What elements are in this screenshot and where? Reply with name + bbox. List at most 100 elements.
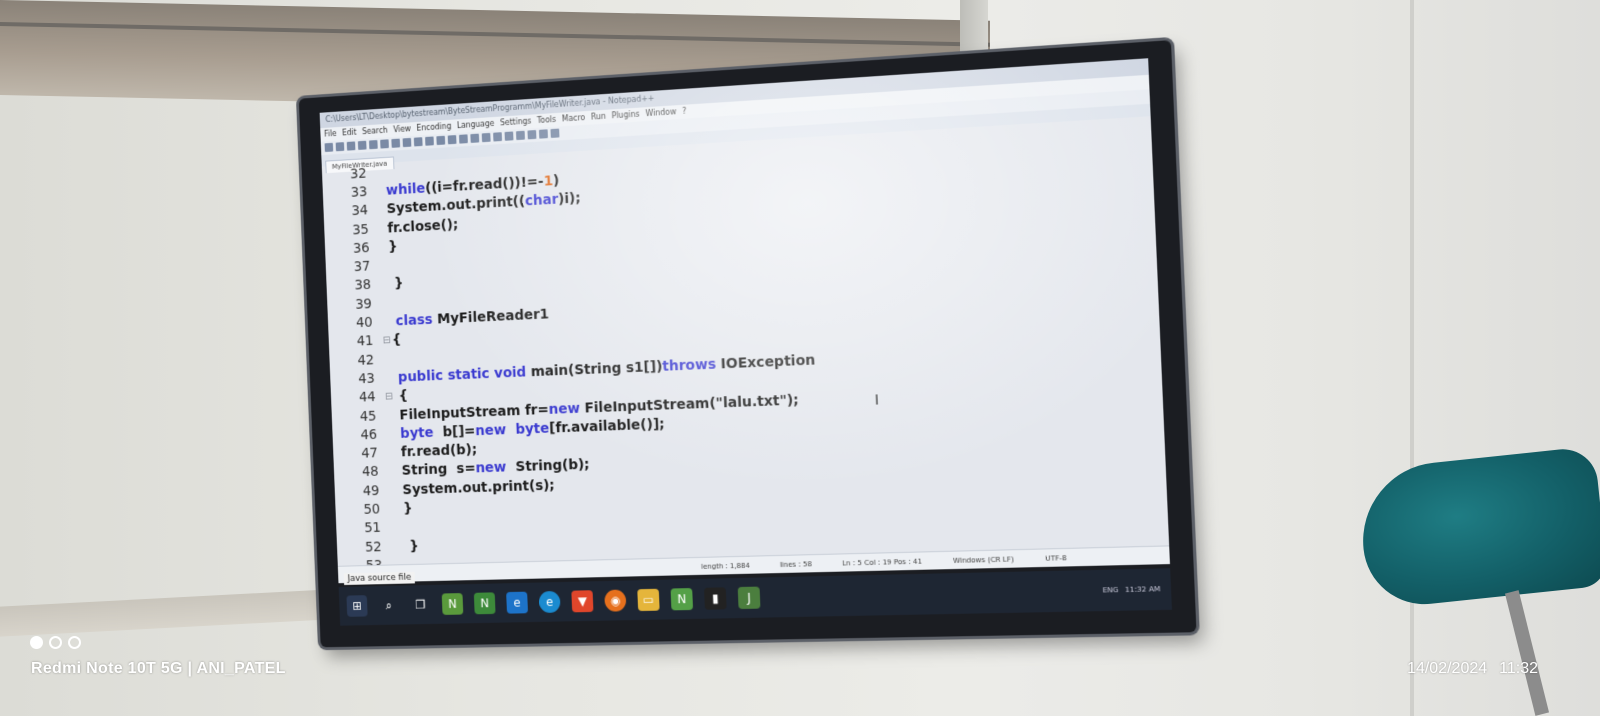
- fold-marker-icon: [376, 172, 385, 173]
- save-icon[interactable]: [346, 141, 356, 151]
- code-text: String s=: [396, 461, 476, 480]
- indent-guide-icon[interactable]: [527, 130, 537, 140]
- code-keyword: throws: [662, 356, 717, 375]
- open-file-icon[interactable]: [335, 142, 345, 152]
- code-keyword: new: [548, 400, 581, 418]
- line-number: 35: [351, 221, 370, 238]
- menu-window[interactable]: Window: [645, 105, 676, 121]
- code-text: ): [552, 172, 560, 189]
- menu-plugins[interactable]: Plugins: [611, 108, 640, 124]
- file-explorer-icon[interactable]: ▭: [637, 588, 660, 612]
- fold-marker-icon[interactable]: ⊟: [382, 335, 392, 346]
- wall-display: C:\Users\LT\Desktop\bytestream\ByteStrea…: [298, 40, 1197, 648]
- status-eol: Windows (CR LF): [952, 554, 1015, 565]
- code-keyword: char: [524, 191, 559, 210]
- code-text: fr.read(b);: [396, 442, 478, 461]
- code-area[interactable]: 32 33 while ((i=fr.read())!=- 1) 34 System.out…: [322, 116, 1169, 584]
- replace-icon[interactable]: [458, 134, 468, 144]
- code-keyword: class: [390, 312, 433, 330]
- menu-edit[interactable]: Edit: [342, 126, 357, 140]
- find-icon[interactable]: [447, 135, 457, 145]
- code-text: {: [393, 388, 409, 405]
- code-editor[interactable]: 32 33 while ((i=fr.read())!=- 1) 34 System.out…: [322, 116, 1169, 584]
- code-text: b[]=: [433, 423, 476, 441]
- code-text: )i);: [557, 190, 581, 208]
- line-number: 38: [354, 277, 372, 294]
- code-text: }: [387, 238, 398, 255]
- redo-icon[interactable]: [436, 135, 446, 146]
- cut-icon[interactable]: [391, 138, 401, 148]
- line-number: 32: [349, 165, 367, 183]
- edge-icon[interactable]: e: [538, 590, 561, 614]
- menu-search[interactable]: Search: [362, 124, 388, 139]
- copy-icon[interactable]: [402, 137, 412, 148]
- internet-explorer-icon[interactable]: e: [506, 591, 529, 614]
- macro-play-icon[interactable]: [550, 128, 560, 138]
- menu-encoding[interactable]: Encoding: [416, 120, 451, 136]
- code-text: }: [389, 275, 404, 293]
- line-number: 52: [364, 539, 382, 556]
- menu-run[interactable]: Run: [591, 110, 606, 125]
- tray-language[interactable]: ENG: [1102, 586, 1118, 595]
- line-number: 43: [357, 370, 376, 388]
- firefox-icon[interactable]: ◉: [604, 589, 627, 612]
- undo-icon[interactable]: [425, 136, 434, 146]
- line-number: 49: [362, 483, 380, 500]
- fold-marker-icon: [378, 228, 387, 229]
- line-number: 39: [354, 296, 373, 313]
- line-number: 36: [352, 240, 370, 257]
- windows-start-icon[interactable]: ⊞: [346, 595, 368, 617]
- java-file-icon[interactable]: J: [737, 586, 761, 610]
- code-keyword: new: [475, 460, 507, 477]
- menu-language[interactable]: Language: [457, 117, 495, 133]
- code-text: IOException: [715, 352, 816, 373]
- tray-clock[interactable]: 11:32 AM: [1125, 585, 1161, 594]
- fold-marker-icon[interactable]: ⊟: [385, 391, 395, 402]
- menu-macro[interactable]: Macro: [562, 111, 586, 126]
- menu-tools[interactable]: Tools: [537, 113, 556, 128]
- paste-icon[interactable]: [413, 137, 423, 147]
- menu-view[interactable]: View: [393, 122, 411, 137]
- code-text: [fr.available()];: [548, 416, 665, 437]
- line-number: 34: [351, 202, 369, 220]
- camera-mode-dots: [30, 636, 81, 649]
- line-number: 33: [350, 184, 368, 201]
- notepad-plus-plus-icon[interactable]: N: [441, 593, 464, 615]
- brave-icon[interactable]: ▼: [571, 590, 594, 613]
- close-icon[interactable]: [368, 140, 378, 150]
- code-text: String(b);: [506, 457, 590, 476]
- line-number: 44: [358, 389, 376, 406]
- camera-time: 11:32: [1499, 660, 1538, 677]
- line-number: 47: [360, 445, 379, 462]
- line-number: 50: [363, 501, 381, 518]
- status-length: length : 1,884: [700, 561, 751, 571]
- status-lines: lines : 58: [779, 559, 813, 569]
- taskbar-tooltip: Java source file: [343, 571, 416, 586]
- save-all-icon[interactable]: [357, 140, 367, 150]
- line-number: 40: [355, 314, 373, 332]
- menu-file[interactable]: File: [324, 127, 337, 141]
- line-number: 48: [361, 464, 379, 481]
- zoom-out-icon[interactable]: [481, 132, 491, 143]
- code-keyword: new byte: [475, 420, 550, 439]
- new-file-icon[interactable]: [324, 142, 334, 153]
- menu-settings[interactable]: Settings: [500, 115, 532, 131]
- print-icon[interactable]: [380, 139, 389, 149]
- dot-icon: [49, 636, 62, 649]
- dot-icon: [30, 636, 43, 649]
- notepad-plus-plus-window: C:\Users\LT\Desktop\bytestream\ByteStrea…: [319, 58, 1170, 584]
- macro-record-icon[interactable]: [538, 129, 548, 139]
- show-all-chars-icon[interactable]: [515, 130, 525, 141]
- search-icon[interactable]: ⌕: [378, 594, 399, 616]
- command-prompt-icon[interactable]: ▮: [704, 587, 727, 610]
- system-tray: ENG 11:32 AM: [1102, 585, 1160, 594]
- code-keyword: byte: [395, 424, 434, 442]
- task-view-icon[interactable]: ❐: [410, 594, 432, 616]
- menu-help[interactable]: ?: [682, 105, 687, 119]
- code-text: {: [391, 332, 402, 349]
- sync-scroll-icon[interactable]: [493, 132, 503, 142]
- notepad-plus-plus-active-icon[interactable]: N: [670, 588, 694, 611]
- notepad-plus-plus-icon-2[interactable]: N: [473, 592, 496, 615]
- word-wrap-icon[interactable]: [504, 131, 514, 141]
- zoom-in-icon[interactable]: [470, 133, 480, 143]
